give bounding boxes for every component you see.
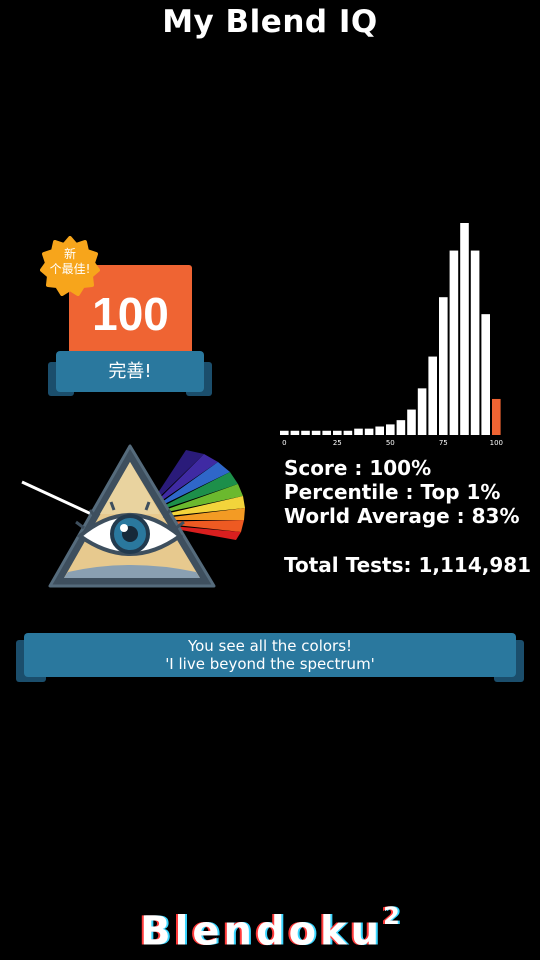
histogram-bar: [375, 426, 384, 435]
histogram-bar: [417, 388, 427, 435]
histogram-bar: [343, 430, 353, 435]
blendoku-logo: Blendoku2: [0, 902, 540, 955]
histogram-bar: [481, 314, 490, 435]
histogram-axis-label: 75: [439, 439, 448, 447]
badge-line2: 个最佳!: [49, 262, 91, 276]
histogram-bar: [311, 430, 321, 435]
histogram-bar: [386, 424, 395, 435]
message-line1: You see all the colors!: [187, 637, 353, 655]
histogram-bar: [460, 223, 469, 435]
logo-superscript: 2: [383, 902, 400, 930]
badge-text: 新 个最佳!: [40, 247, 100, 277]
total-tests-text: Total Tests: 1,114,981: [284, 553, 532, 577]
message-banner: You see all the colors! 'I live beyond t…: [24, 633, 516, 677]
histogram-bar: [439, 297, 448, 435]
histogram-bar: [449, 250, 459, 435]
histogram-bar: [354, 428, 363, 435]
histogram-axis-label: 25: [333, 439, 342, 447]
rating-ribbon: 完善!: [56, 351, 204, 392]
world-average-text: World Average : 83%: [284, 504, 520, 528]
message-line2: 'I live beyond the spectrum': [165, 655, 375, 673]
histogram-bar: [280, 430, 289, 435]
histogram-bar: [396, 420, 406, 435]
histogram-bar: [470, 250, 480, 435]
histogram-bar: [333, 430, 342, 435]
histogram-bar: [407, 409, 416, 435]
histogram-bar: [322, 430, 331, 435]
histogram-bar: [290, 430, 300, 435]
logo-text: Blendoku: [140, 908, 384, 955]
histogram-bar: [492, 398, 501, 435]
score-text: Score : 100%: [284, 456, 432, 480]
histogram-bar: [301, 430, 310, 435]
histogram-bar: [428, 356, 437, 435]
all-seeing-eye-prism-icon: [21, 444, 245, 588]
badge-line1: 新: [63, 247, 76, 261]
percentile-text: Percentile : Top 1%: [284, 480, 501, 504]
stats-panel: Score : 100% Percentile : Top 1% World A…: [284, 456, 520, 528]
histogram-bar: [364, 428, 374, 435]
page-title: My Blend IQ: [162, 4, 378, 40]
new-best-badge: 新 个最佳!: [40, 236, 100, 296]
histogram-axis-label: 50: [386, 439, 395, 447]
score-histogram: 0 25 50 75 100: [280, 223, 503, 447]
histogram-axis-label: 0: [282, 439, 286, 447]
histogram-axis-label: 100: [490, 439, 503, 447]
